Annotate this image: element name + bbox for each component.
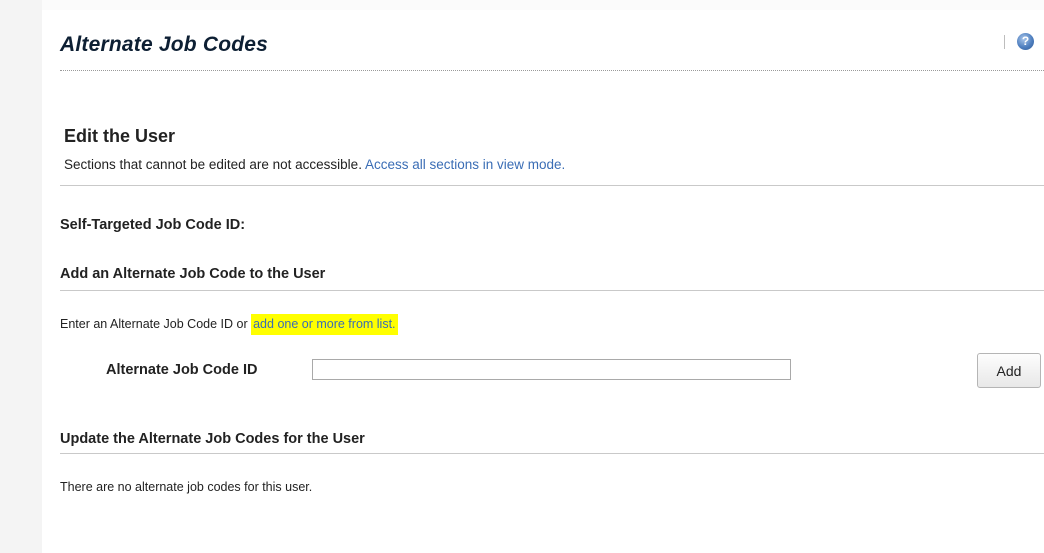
edit-section-divider xyxy=(60,185,1044,186)
title-divider xyxy=(60,70,1044,71)
content-panel: Alternate Job Codes ? Edit the User Sect… xyxy=(42,0,1044,553)
alternate-job-code-label: Alternate Job Code ID xyxy=(106,362,258,378)
update-section-divider xyxy=(60,453,1044,454)
edit-user-description-text: Sections that cannot be edited are not a… xyxy=(64,157,362,172)
page-title: Alternate Job Codes xyxy=(60,33,269,56)
self-targeted-label: Self-Targeted Job Code ID: xyxy=(60,217,246,233)
top-band xyxy=(42,0,1044,10)
update-job-codes-heading: Update the Alternate Job Codes for the U… xyxy=(60,431,365,447)
add-instruction: Enter an Alternate Job Code ID or add on… xyxy=(60,314,398,335)
edit-user-heading: Edit the User xyxy=(64,126,176,146)
edit-user-description: Sections that cannot be edited are not a… xyxy=(64,157,565,172)
add-job-code-heading: Add an Alternate Job Code to the User xyxy=(60,266,326,282)
left-gutter xyxy=(0,0,42,553)
add-button[interactable]: Add xyxy=(977,353,1041,388)
add-section-divider xyxy=(60,290,1044,291)
add-instruction-text: Enter an Alternate Job Code ID or xyxy=(60,317,248,331)
add-from-list-link[interactable]: add one or more from list. xyxy=(251,314,398,335)
view-mode-link[interactable]: Access all sections in view mode. xyxy=(365,157,565,172)
no-job-codes-message: There are no alternate job codes for thi… xyxy=(60,480,313,494)
toolbar-divider xyxy=(1004,35,1005,49)
help-icon[interactable]: ? xyxy=(1017,33,1034,50)
alternate-job-code-input[interactable] xyxy=(312,359,791,380)
